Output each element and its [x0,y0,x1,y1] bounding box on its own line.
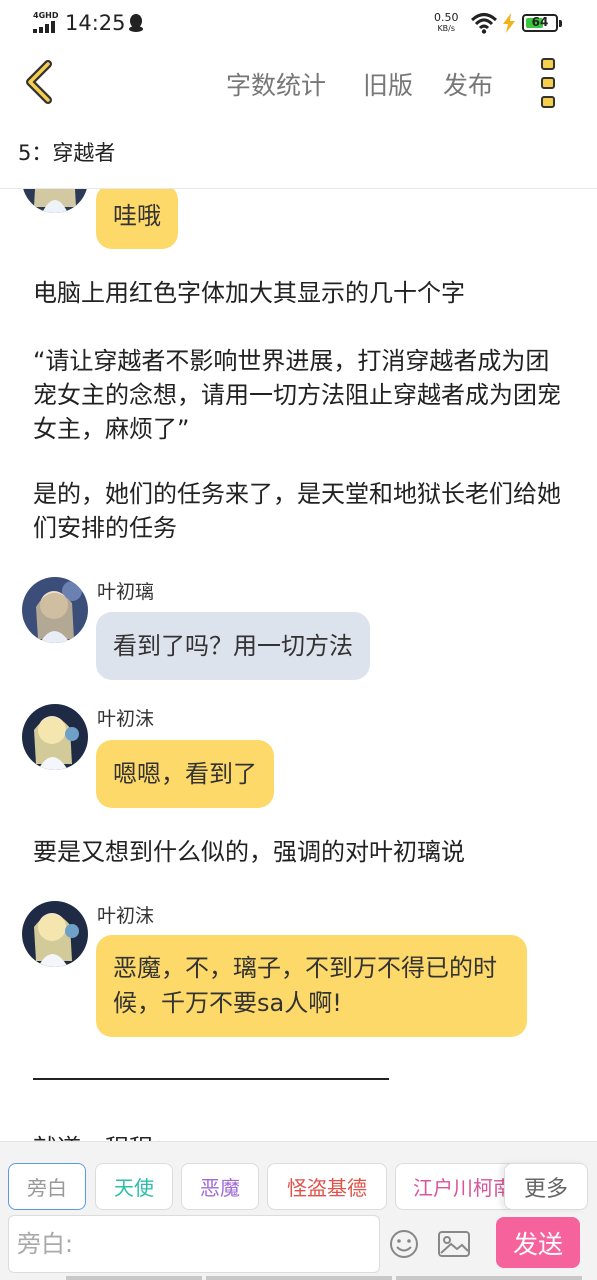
avatar[interactable] [22,704,88,770]
image-icon[interactable] [437,1229,471,1259]
role-chip-demon[interactable]: 恶魔 [181,1163,259,1210]
narration-text[interactable]: 是的，她们的任务来了，是天堂和地狱长老们给她们安排的任务 [33,477,563,545]
chapter-title: 5：穿越者 [18,141,116,165]
narration-text[interactable]: “请让穿越者不影响世界进展，打消穿越者成为团宠女主的念想，请用一切方法阻止穿越者… [33,344,563,446]
publish-button[interactable]: 发布 [443,66,493,102]
wifi-icon [471,13,497,34]
top-bar: 字数统计 旧版 发布 [0,48,597,120]
avatar[interactable] [22,577,88,643]
back-icon[interactable] [18,58,62,106]
clock: 14:25 [65,11,126,35]
speaker-name: 叶初沫 [97,905,155,927]
chat-bubble[interactable]: 恶魔，不，璃子，不到万不得已的时候，千万不要sa人啊! [96,935,527,1037]
avatar-image [22,704,88,770]
charging-icon [503,13,515,33]
message-input-wrapper [8,1215,380,1273]
role-chip-kid[interactable]: 怪盗基德 [267,1163,387,1210]
avatar-image [22,901,88,967]
more-roles-button[interactable]: 更多 [504,1163,588,1210]
send-button[interactable]: 发送 [496,1217,580,1268]
qq-icon [129,14,143,32]
emoji-icon[interactable] [388,1228,420,1260]
avatar[interactable] [22,901,88,967]
more-menu-icon[interactable] [536,58,560,110]
chat-bubble[interactable]: 哇哦 [96,189,178,249]
avatar[interactable] [22,189,88,213]
narration-text[interactable]: 电脑上用红色字体加大其显示的几十个字 [33,276,563,310]
scroll-indicator [396,1276,582,1280]
story-content[interactable]: 哇哦 电脑上用红色字体加大其显示的几十个字 “请让穿越者不影响世界进展，打消穿越… [0,189,597,1141]
narration-text[interactable]: 要是又想到什么似的，强调的对叶初璃说 [33,835,563,869]
role-chip-narrator[interactable]: 旁白 [8,1163,86,1210]
speaker-name: 叶初沫 [97,708,155,730]
separator-line [33,1078,389,1080]
scroll-indicator [206,1276,392,1280]
speaker-name: 叶初璃 [97,581,155,603]
chat-bubble[interactable]: 看到了吗？用一切方法 [96,612,370,680]
word-count-button[interactable]: 字数统计 [226,66,326,102]
role-chip-angel[interactable]: 天使 [95,1163,173,1210]
narration-text[interactable]: 就道，程程： [33,1131,563,1141]
chat-bubble[interactable]: 嗯嗯，看到了 [96,740,274,808]
old-version-button[interactable]: 旧版 [363,66,413,102]
battery-icon: 64 [522,14,562,32]
scroll-indicator [66,1276,202,1280]
avatar-image [22,577,88,643]
signal-icon [33,21,59,33]
avatar-image [22,189,88,213]
status-bar: 4GHD 14:25 0.50 KB/s 64 [0,0,597,48]
composer: 旁白 天使 恶魔 怪盗基德 江户川柯南 更多 发送 [0,1141,597,1280]
message-input[interactable] [17,1230,379,1258]
network-speed: 0.50 KB/s [434,11,459,33]
network-type: 4GHD [33,11,59,20]
